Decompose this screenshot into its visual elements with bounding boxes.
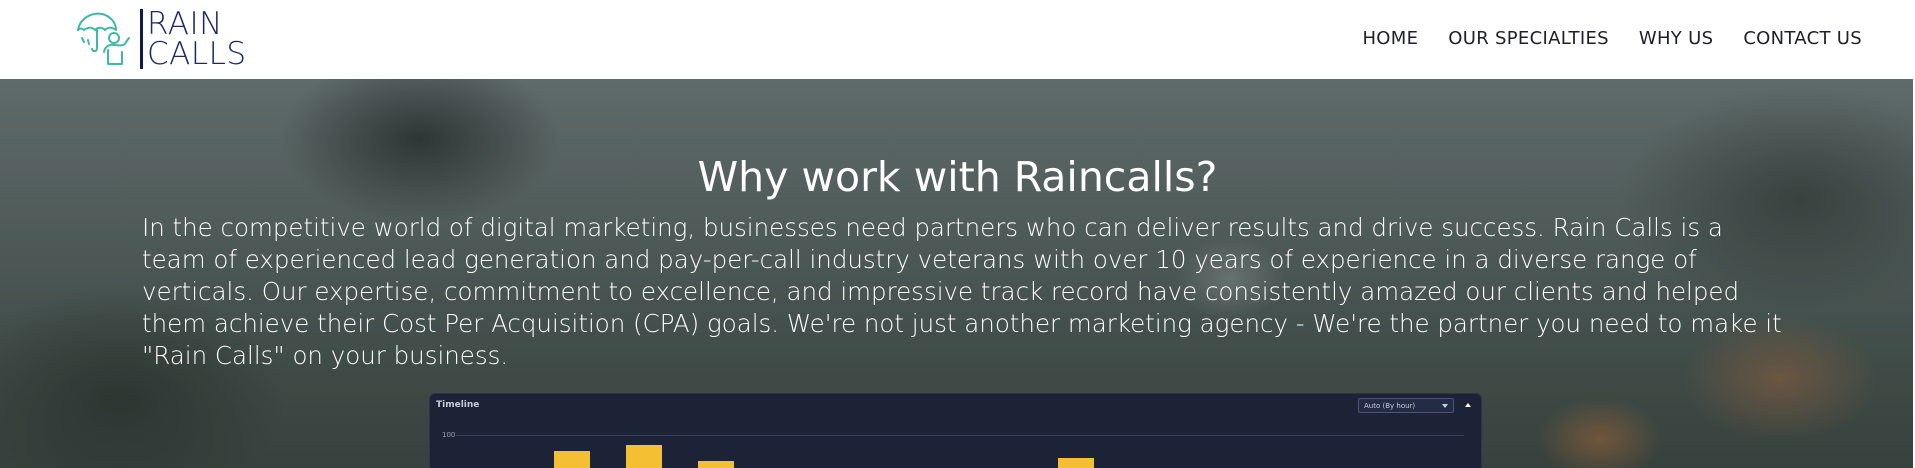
- interval-select[interactable]: Auto (By hour): [1358, 398, 1454, 413]
- umbrella-person-logo-icon: [77, 12, 130, 65]
- logo-line-1: RAIN: [147, 6, 223, 42]
- timeline-bar: [626, 445, 662, 468]
- timeline-bar: [554, 450, 590, 468]
- nav-specialties-link[interactable]: OUR SPECIALTIES: [1448, 26, 1609, 52]
- timeline-bar: [698, 461, 734, 468]
- logo-wordmark: RAIN CALLS: [147, 8, 247, 70]
- logo-divider: [140, 9, 143, 69]
- why-us-section: Why work with Raincalls? In the competit…: [0, 79, 1915, 468]
- y-axis-tick: 100: [442, 431, 456, 439]
- timeline-bar: [1058, 457, 1094, 468]
- dashboard-screenshot: Timeline Auto (By hour) 100: [429, 393, 1482, 468]
- main-nav: HOME OUR SPECIALTIES WHY US CONTACT US: [1362, 26, 1862, 52]
- nav-contact-link[interactable]: CONTACT US: [1743, 26, 1862, 52]
- timeline-title: Timeline: [436, 400, 480, 410]
- chevron-down-icon: [1442, 403, 1448, 408]
- site-logo[interactable]: RAIN CALLS: [74, 8, 247, 70]
- section-title: Why work with Raincalls?: [697, 153, 1218, 201]
- collapse-up-icon[interactable]: [1465, 403, 1471, 407]
- site-header: RAIN CALLS HOME OUR SPECIALTIES WHY US C…: [0, 0, 1915, 79]
- logo-line-2: CALLS: [147, 36, 247, 72]
- gridline: [456, 435, 1464, 436]
- nav-home-link[interactable]: HOME: [1362, 26, 1418, 52]
- interval-select-value: Auto (By hour): [1364, 401, 1416, 410]
- nav-why-us-link[interactable]: WHY US: [1639, 26, 1713, 52]
- section-paragraph: In the competitive world of digital mark…: [142, 213, 1782, 370]
